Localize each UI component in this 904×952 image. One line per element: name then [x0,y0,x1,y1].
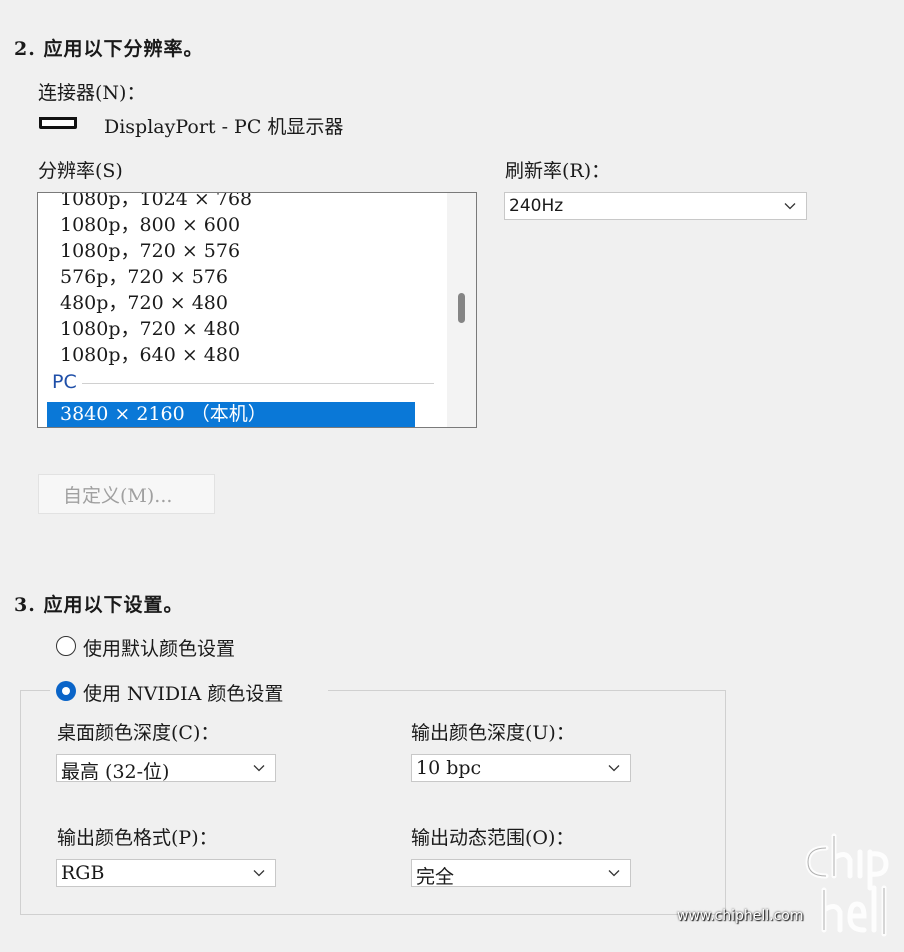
output-color-format-value: RGB [61,862,105,884]
section3-heading: 3. 应用以下设置。 [14,594,184,616]
output-color-depth-label: 输出颜色深度(U)： [411,722,575,744]
radio-nvidia-color[interactable] [56,681,76,701]
connector-value: DisplayPort - PC 机显示器 [104,116,344,138]
radio-nvidia-color-label[interactable]: 使用 NVIDIA 颜色设置 [83,679,283,706]
chevron-down-icon [253,765,265,772]
radio-default-color[interactable] [56,636,76,656]
list-item[interactable]: 1080p，1024 × 768 [60,193,252,211]
list-item[interactable]: 1080p，720 × 480 [60,314,240,341]
output-dynamic-range-value: 完全 [416,866,455,888]
radio-default-color-label[interactable]: 使用默认颜色设置 [83,634,235,661]
section2-heading: 2. 应用以下分辨率。 [14,38,204,60]
list-item[interactable]: 1080p，720 × 576 [60,236,240,263]
refresh-rate-value: 240Hz [509,196,564,216]
output-color-format-dropdown[interactable]: RGB [56,859,276,887]
chevron-down-icon [608,765,620,772]
listbox-scrollbar[interactable] [447,193,476,427]
chiphell-logo [805,833,889,937]
output-color-format-label: 输出颜色格式(P)： [57,827,218,849]
output-color-depth-value: 10 bpc [416,757,482,779]
list-item[interactable]: 480p，720 × 480 [60,288,228,315]
displayport-icon [39,117,77,129]
selected-resolution-item[interactable]: 3840 × 2160 （本机） [47,402,415,427]
group-header-pc: PC [52,371,77,393]
chevron-down-icon [784,203,796,210]
resolution-label: 分辨率(S) [38,160,123,182]
custom-resolution-button[interactable]: 自定义(M)... [38,474,215,514]
list-item[interactable]: 1080p，640 × 480 [60,340,240,367]
output-dynamic-range-label: 输出动态范围(O)： [411,827,575,849]
watermark-text: www.chiphell.com [677,908,804,924]
chevron-down-icon [253,870,265,877]
desktop-color-depth-label: 桌面颜色深度(C)： [57,722,220,744]
list-item[interactable]: 576p，720 × 576 [60,262,228,289]
list-item[interactable]: 1080p，800 × 600 [60,210,240,237]
output-dynamic-range-dropdown[interactable]: 完全 [411,859,631,888]
chevron-down-icon [608,870,620,877]
desktop-color-depth-dropdown[interactable]: 最高 (32-位) [56,754,276,783]
refresh-rate-label: 刷新率(R)： [505,160,611,182]
group-divider [82,383,434,384]
desktop-color-depth-value: 最高 (32-位) [61,761,170,783]
connector-label: 连接器(N)： [38,82,146,104]
resolution-listbox[interactable]: 1080p，1024 × 768 1080p，800 × 600 1080p，7… [37,192,477,428]
output-color-depth-dropdown[interactable]: 10 bpc [411,754,631,782]
refresh-rate-dropdown[interactable]: 240Hz [504,192,807,220]
scrollbar-thumb[interactable] [458,293,465,323]
